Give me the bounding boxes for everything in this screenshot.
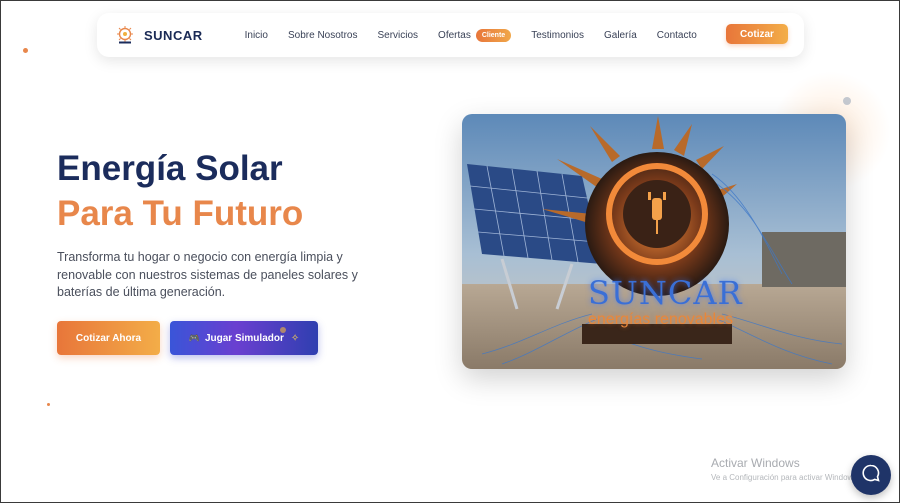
hero-image-art: [462, 114, 846, 369]
chat-button[interactable]: [851, 455, 891, 495]
decorative-dot: [843, 97, 851, 105]
cliente-badge: Cliente: [475, 28, 512, 42]
nav-link-sobre-nosotros[interactable]: Sobre Nosotros: [288, 30, 357, 41]
brand[interactable]: SUNCAR: [115, 25, 203, 45]
chat-bubble-icon: [861, 463, 881, 488]
nav-link-testimonios[interactable]: Testimonios: [531, 30, 584, 41]
windows-watermark-subtitle: Ve a Configuración para activar Windows.: [711, 473, 860, 482]
hero-description: Transforma tu hogar o negocio con energí…: [57, 250, 358, 299]
hero-image: SUNCAR energías renovables: [462, 114, 846, 369]
nav-link-contacto[interactable]: Contacto: [657, 30, 697, 41]
windows-watermark-title: Activar Windows: [711, 456, 800, 470]
top-navbar: SUNCAR Inicio Sobre Nosotros Servicios O…: [97, 13, 804, 57]
jugar-simulador-label: Jugar Simulador: [204, 332, 284, 344]
decorative-dot: [23, 48, 28, 53]
suncar-logo-icon: [115, 25, 135, 45]
image-tagline: energías renovables: [588, 311, 733, 328]
image-brand-text: SUNCAR: [588, 274, 743, 312]
decorative-dot: [47, 403, 50, 406]
hero-title-line2: Para Tu Futuro: [57, 194, 304, 233]
gamepad-icon: 🎮: [188, 332, 200, 343]
nav-link-ofertas[interactable]: Ofertas Cliente: [438, 28, 512, 42]
nav-link-inicio[interactable]: Inicio: [245, 30, 268, 41]
cotizar-nav-button[interactable]: Cotizar: [726, 24, 788, 44]
nav-link-galeria[interactable]: Galería: [604, 30, 637, 41]
brand-name: SUNCAR: [144, 27, 203, 43]
hero-title-line1: Energía Solar: [57, 149, 283, 188]
nav-link-servicios[interactable]: Servicios: [377, 30, 418, 41]
sparkle-icon: ✧: [290, 332, 300, 344]
decorative-dot: [280, 327, 286, 333]
jugar-simulador-button[interactable]: 🎮 Jugar Simulador ✧: [170, 321, 318, 355]
cotizar-ahora-button[interactable]: Cotizar Ahora: [57, 321, 160, 355]
nav-links: Inicio Sobre Nosotros Servicios Ofertas …: [245, 28, 717, 42]
nav-link-ofertas-label: Ofertas: [438, 29, 471, 41]
